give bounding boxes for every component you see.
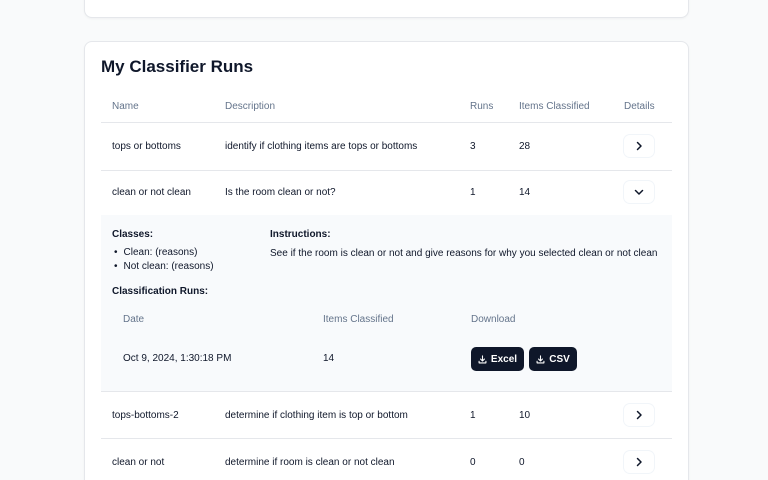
row-runs: 1 (470, 187, 476, 198)
column-header-name: Name (112, 101, 139, 112)
row-runs: 0 (470, 457, 476, 468)
expand-row-button[interactable] (624, 135, 654, 157)
column-header-details: Details (624, 101, 655, 112)
row-items-classified: 0 (519, 457, 525, 468)
chevron-down-icon (634, 189, 644, 195)
chevron-right-icon (636, 410, 642, 420)
runs-header-date: Date (123, 314, 145, 325)
header-divider (101, 122, 672, 123)
chevron-right-icon (636, 457, 642, 467)
classifier-runs-card: My Classifier Runs Name Description Runs… (84, 41, 689, 480)
runs-header-download: Download (471, 314, 516, 325)
instructions-text: See if the room is clean or not and give… (270, 248, 658, 259)
chevron-right-icon (636, 141, 642, 151)
row-description: Is the room clean or not? (225, 187, 336, 198)
expand-row-button[interactable] (624, 404, 654, 426)
row-description: determine if clothing item is top or bot… (225, 410, 408, 421)
row-items-classified: 14 (519, 187, 531, 198)
row-description: determine if room is clean or not clean (225, 457, 395, 468)
class-item: Not clean: (reasons) (114, 261, 214, 272)
run-date: Oct 9, 2024, 1:30:18 PM (123, 353, 232, 364)
row-description: identify if clothing items are tops or b… (225, 141, 418, 152)
column-header-runs: Runs (470, 101, 494, 112)
run-items-classified: 14 (323, 353, 335, 364)
expand-row-button[interactable] (624, 451, 654, 473)
download-icon (478, 354, 487, 363)
row-items-classified: 28 (519, 141, 531, 152)
row-items-classified: 10 (519, 410, 531, 421)
row-runs: 1 (470, 410, 476, 421)
download-excel-button[interactable]: Excel (471, 347, 524, 371)
row-name: tops-bottoms-2 (112, 410, 179, 421)
column-header-description: Description (225, 101, 276, 112)
row-name: tops or bottoms (112, 141, 181, 152)
classification-runs-label: Classification Runs: (112, 286, 209, 297)
download-excel-label: Excel (490, 353, 518, 365)
row-divider (101, 391, 672, 392)
class-item: Clean: (reasons) (114, 247, 198, 258)
row-name: clean or not (112, 457, 165, 468)
download-csv-button[interactable]: CSV (529, 347, 577, 371)
row-details-panel: Classes: Clean: (reasons) Not clean: (re… (101, 215, 672, 391)
instructions-label: Instructions: (270, 229, 331, 240)
row-divider (101, 170, 672, 171)
row-divider (101, 438, 672, 439)
download-icon (536, 354, 545, 363)
column-header-items-classified: Items Classified (519, 101, 590, 112)
row-runs: 3 (470, 141, 476, 152)
runs-header-items-classified: Items Classified (323, 314, 394, 325)
collapse-row-button[interactable] (624, 181, 654, 203)
download-csv-label: CSV (549, 353, 570, 365)
card-title: My Classifier Runs (101, 57, 254, 76)
row-name: clean or not clean (112, 187, 191, 198)
previous-card (84, 0, 689, 18)
classes-label: Classes: (112, 229, 154, 240)
